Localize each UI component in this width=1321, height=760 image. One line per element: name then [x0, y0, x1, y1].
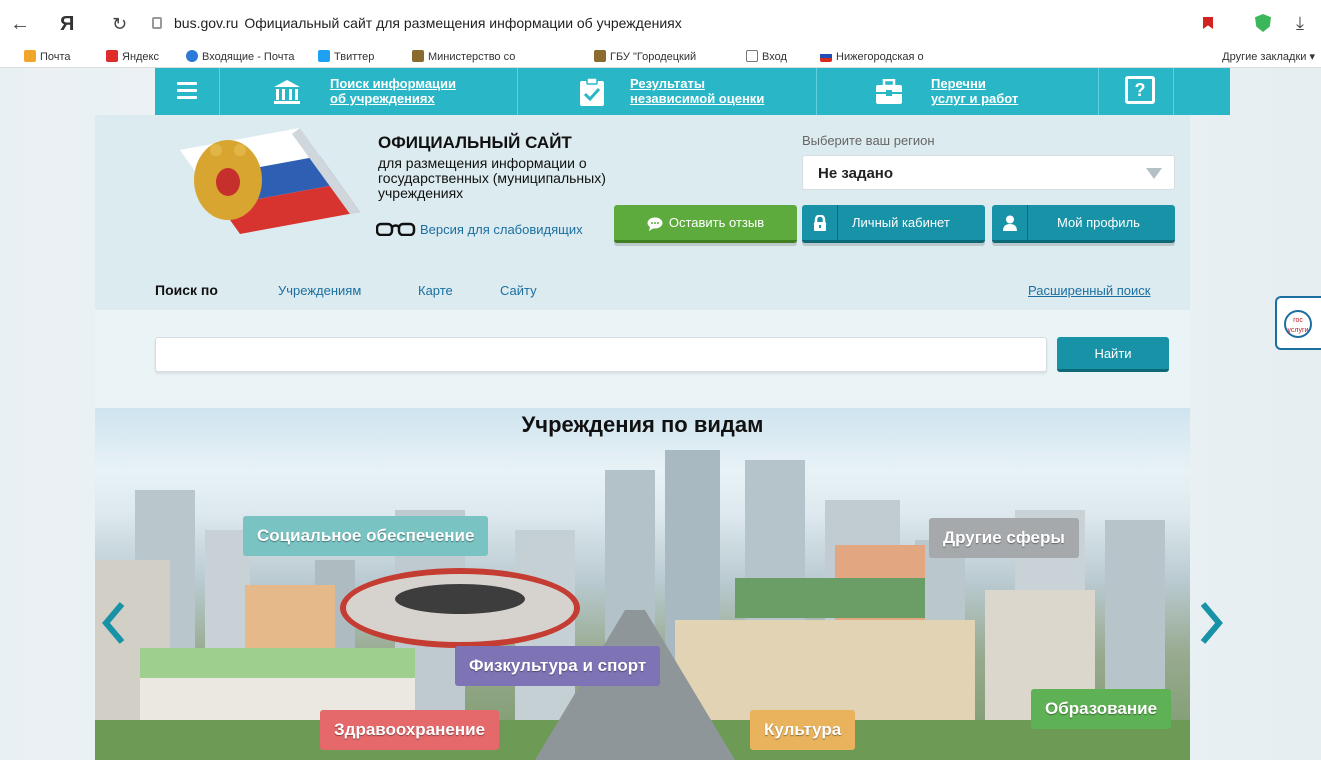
bookmark-yandex[interactable]: Яндекс — [106, 50, 159, 63]
russian-flag-emblem-logo — [180, 128, 360, 234]
search-tab-site[interactable]: Сайту — [500, 283, 537, 298]
profile-label: Мой профиль — [1057, 215, 1140, 230]
search-button[interactable]: Найти — [1057, 337, 1169, 372]
url-host: bus.gov.ru — [174, 15, 239, 31]
category-sport[interactable]: Физкультура и спорт — [455, 646, 661, 686]
protect-shield-icon[interactable] — [1255, 14, 1271, 32]
bookmark-label: ГБУ "Городецкий — [610, 51, 697, 63]
download-icon[interactable]: ⤓ — [1296, 13, 1304, 34]
nav-line2: независимой оценки — [630, 91, 765, 106]
nav-line1: Результаты — [630, 76, 705, 91]
chevron-left-icon[interactable] — [100, 600, 128, 646]
nav-line1: Перечни — [931, 76, 986, 91]
edit-icon — [746, 50, 758, 62]
region-value: Не задано — [818, 165, 894, 182]
nav-line1: Поиск информации — [330, 76, 457, 91]
cabinet-label: Личный кабинет — [852, 215, 950, 230]
yandex-icon — [106, 50, 118, 62]
bookmark-label: Входящие - Почта — [202, 51, 295, 63]
profile-button[interactable]: Мой профиль — [992, 205, 1175, 243]
menu-icon[interactable] — [177, 82, 197, 99]
cabinet-button[interactable]: Личный кабинет — [802, 205, 985, 243]
building-icon — [594, 50, 606, 62]
url-bar[interactable]: bus.gov.ru Официальный сайт для размещени… — [152, 15, 682, 31]
briefcase-icon — [876, 79, 902, 104]
bookmark-gbu[interactable]: ГБУ "Городецкий — [594, 50, 696, 63]
site-subtitle: для размещения информации о государствен… — [378, 155, 606, 201]
carousel-title: Учреждения по видам — [521, 412, 764, 437]
nav-service-lists[interactable]: Перечни услуг и работ — [931, 76, 1018, 106]
nav-search-institutions[interactable]: Поиск информации об учреждениях — [330, 76, 456, 106]
help-icon[interactable]: ? — [1125, 76, 1155, 104]
advanced-search-link[interactable]: Расширенный поиск — [1028, 283, 1150, 298]
bookmark-twitter[interactable]: Твиттер — [318, 50, 374, 63]
chevron-right-icon[interactable] — [1197, 600, 1225, 646]
nav-line2: об учреждениях — [330, 91, 435, 106]
browser-address-bar: ← Я ↻ bus.gov.ru Официальный сайт для раз… — [0, 0, 1321, 46]
gosuslugi-logo-text: гос услуги — [1287, 317, 1309, 334]
feedback-label: Оставить отзыв — [668, 215, 765, 230]
chat-bubble-icon — [647, 217, 663, 231]
bookmark-label: Почта — [40, 51, 71, 63]
page-title-in-bar: Официальный сайт для размещения информац… — [244, 15, 682, 31]
bookmark-label: Нижегородская о — [836, 51, 924, 63]
bookmark-label: Министерство со — [428, 51, 516, 63]
search-tab-institutions[interactable]: Учреждениям — [278, 283, 361, 298]
profile-icon-box — [992, 205, 1028, 240]
region-label: Выберите ваш регион — [802, 133, 935, 148]
bookmarks-bar: Почта Яндекс Входящие - Почта Твиттер Ми… — [0, 46, 1321, 68]
glasses-icon — [376, 222, 416, 236]
site-title: ОФИЦИАЛЬНЫЙ САЙТ — [378, 133, 572, 152]
region-select[interactable]: Не задано — [802, 155, 1175, 190]
user-icon — [1003, 215, 1017, 231]
low-vision-link[interactable]: Версия для слабовидящих — [376, 222, 583, 237]
institution-icon — [274, 80, 300, 104]
bookmark-label: Твиттер — [334, 51, 375, 63]
nav-independent-results[interactable]: Результаты независимой оценки — [630, 76, 764, 106]
reload-icon[interactable]: ↻ — [112, 14, 127, 34]
nav-line2: услуг и работ — [931, 91, 1019, 106]
yandex-logo-icon[interactable]: Я — [60, 14, 74, 34]
category-other[interactable]: Другие сферы — [929, 518, 1079, 558]
feedback-button[interactable]: Оставить отзыв — [614, 205, 797, 243]
chevron-down-icon — [1146, 168, 1162, 179]
search-by-label: Поиск по — [155, 282, 218, 298]
back-arrow-icon[interactable]: ← — [10, 14, 30, 34]
bookmark-login[interactable]: Вход — [746, 50, 787, 63]
bookmark-label: Вход — [762, 51, 787, 63]
low-vision-label: Версия для слабовидящих — [420, 222, 583, 237]
bookmark-inbox[interactable]: Входящие - Почта — [186, 50, 294, 63]
search-input[interactable] — [155, 337, 1047, 372]
other-bookmarks[interactable]: Другие закладки ▾ — [1222, 50, 1315, 63]
gosuslugi-widget[interactable]: гос услуги — [1275, 296, 1321, 350]
bookmark-label: Яндекс — [122, 51, 159, 63]
checklist-icon — [580, 77, 604, 106]
lock-icon — [814, 215, 826, 231]
mail-icon — [24, 50, 36, 62]
twitter-icon — [318, 50, 330, 62]
category-carousel — [95, 408, 1190, 760]
lock-icon — [152, 17, 162, 29]
bookmark-nizhny[interactable]: Нижегородская о — [820, 50, 924, 63]
bookmark-ministry[interactable]: Министерство со — [412, 50, 515, 63]
at-icon — [186, 50, 198, 62]
cabinet-icon-box — [802, 205, 838, 240]
category-health[interactable]: Здравоохранение — [320, 710, 500, 750]
russia-flag-icon — [820, 50, 832, 62]
category-education[interactable]: Образование — [1031, 689, 1172, 729]
gosuslugi-logo-icon: гос услуги — [1284, 310, 1312, 338]
bookmark-mail[interactable]: Почта — [24, 50, 71, 63]
category-culture[interactable]: Культура — [750, 710, 856, 750]
top-navigation: Поиск информации об учреждениях Результат… — [155, 68, 1230, 115]
building-icon — [412, 50, 424, 62]
bookmark-flag-icon[interactable] — [1203, 17, 1213, 29]
search-tab-map[interactable]: Карте — [418, 283, 453, 298]
category-social[interactable]: Социальное обеспечение — [243, 516, 489, 556]
